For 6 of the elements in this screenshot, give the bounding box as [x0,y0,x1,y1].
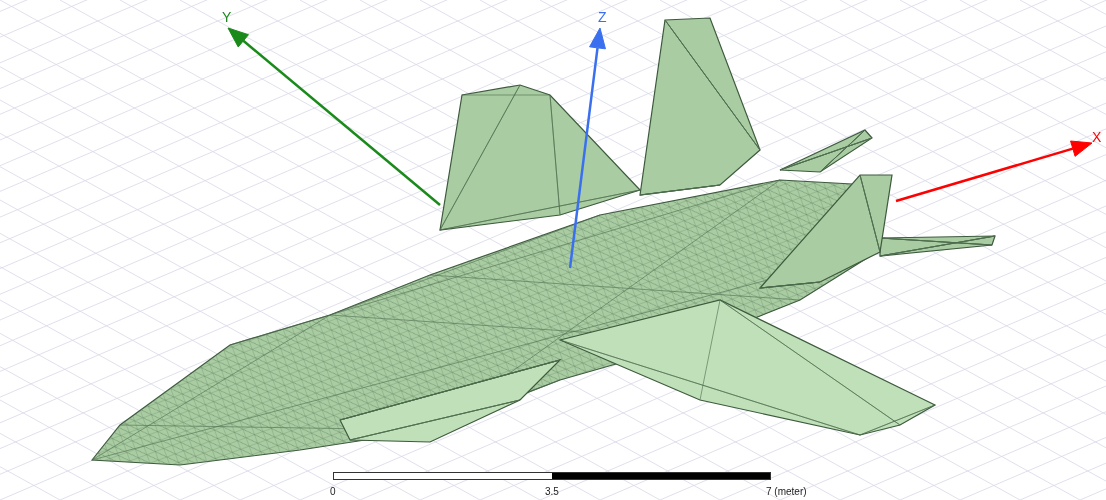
scale-label: 3.5 [545,486,559,498]
axis-label: Y [222,10,232,24]
axis-label: Z [598,10,607,24]
scale-label: 7 (meter) [766,486,807,498]
axis-label: X [1092,130,1102,144]
scale-label: 0 [330,486,336,498]
